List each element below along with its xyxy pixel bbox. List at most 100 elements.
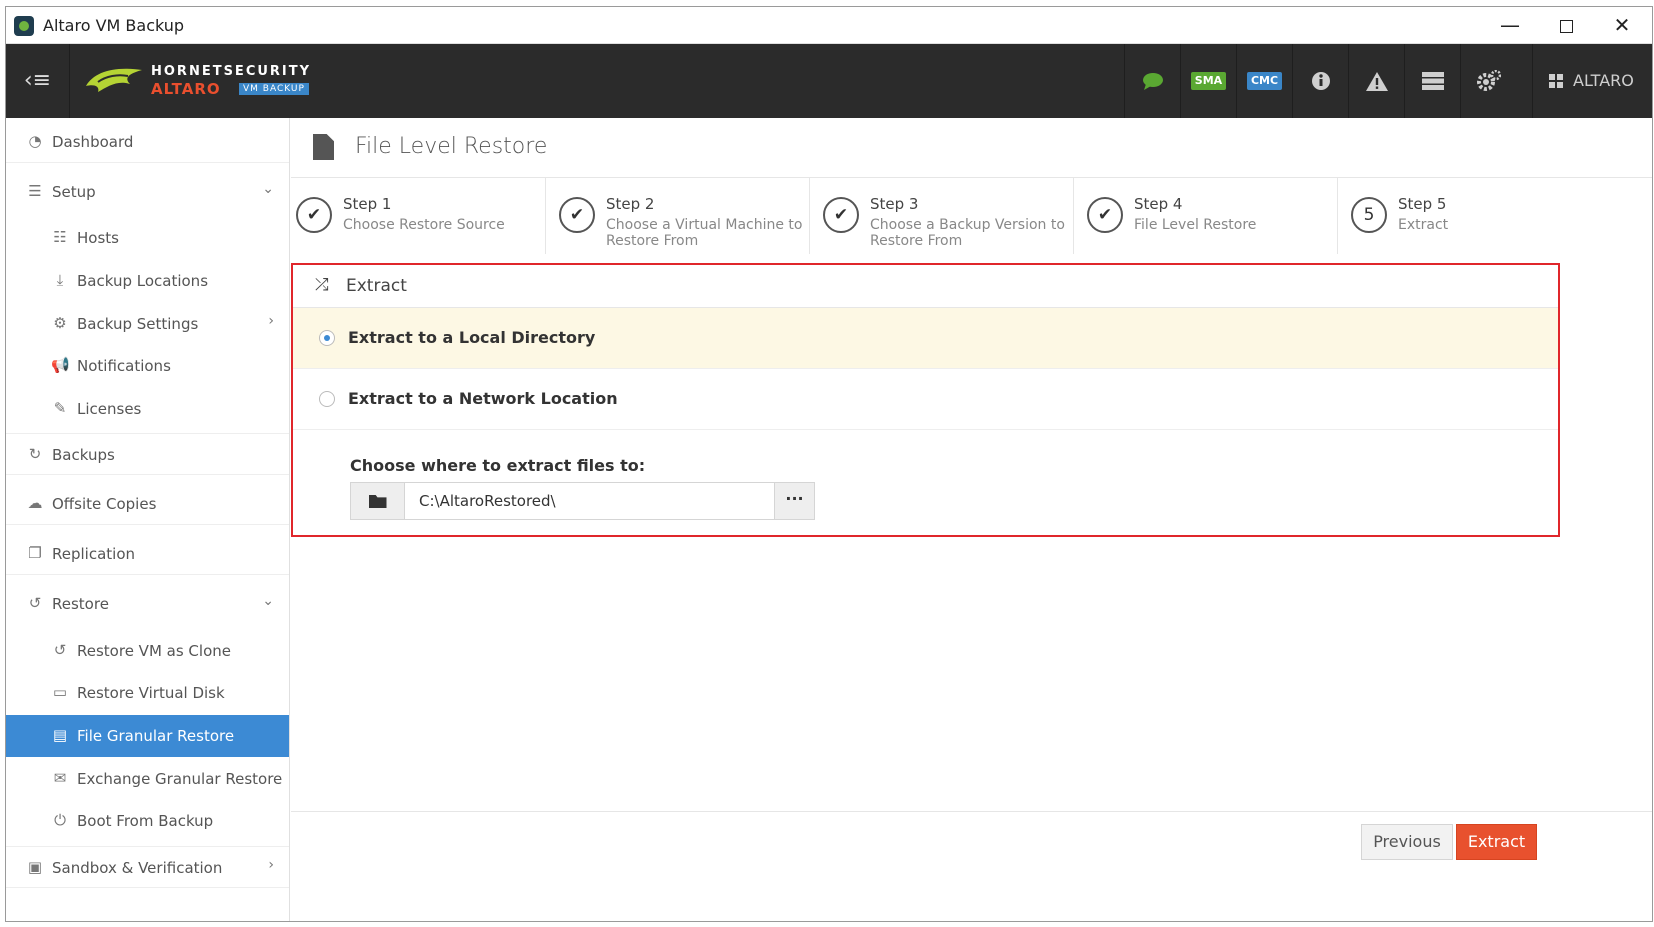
- extract-button[interactable]: Extract: [1456, 824, 1537, 860]
- folder-open-button[interactable]: [351, 483, 405, 519]
- sidebar-item-label: Offsite Copies: [52, 495, 157, 513]
- maximize-icon: [1559, 20, 1573, 33]
- step-description: Extract: [1398, 217, 1449, 233]
- minimize-button[interactable]: —: [1482, 7, 1538, 44]
- sidebar-item-licenses[interactable]: ✎ Licenses: [6, 388, 289, 430]
- radio-local-directory[interactable]: [319, 330, 335, 346]
- file-icon: [313, 134, 334, 160]
- option-local-directory[interactable]: Extract to a Local Directory: [293, 308, 1558, 369]
- edit-icon: ✎: [53, 399, 67, 417]
- wizard-step-5[interactable]: 5 Step 5 Extract: [1346, 178, 1566, 254]
- sidebar-item-label: Licenses: [77, 400, 142, 418]
- menu-toggle-button[interactable]: ‹≡: [6, 44, 70, 118]
- maximize-button[interactable]: [1538, 7, 1594, 44]
- sidebar-item-backup-settings[interactable]: ⚙ Backup Settings ›: [6, 303, 289, 345]
- sma-button[interactable]: SMA: [1180, 44, 1236, 118]
- app-header: ‹≡ HORNETSECURITY ALTARO VM BACKUP SMA C…: [6, 44, 1652, 118]
- cmc-button[interactable]: CMC: [1236, 44, 1292, 118]
- brand-product: ALTARO: [151, 80, 221, 98]
- sidebar-item-label: File Granular Restore: [77, 727, 235, 745]
- check-icon: ✔: [823, 197, 859, 233]
- sidebar-item-label: Notifications: [77, 357, 171, 375]
- cloud-upload-icon: ☁: [27, 494, 43, 512]
- gears-icon: ⚙: [53, 314, 67, 332]
- wizard-step-3[interactable]: ✔ Step 3 Choose a Backup Version to Rest…: [818, 178, 1074, 254]
- hdd-icon: ▭: [52, 683, 68, 701]
- sidebar-item-hosts[interactable]: ☷ Hosts: [6, 217, 289, 259]
- wizard-steps: ✔ Step 1 Choose Restore Source ✔ Step 2 …: [291, 178, 1566, 254]
- sidebar-item-label: Sandbox & Verification: [52, 859, 223, 877]
- chevron-right-icon: ›: [268, 857, 274, 873]
- user-menu[interactable]: ALTARO: [1532, 44, 1652, 118]
- undo-icon: ↺: [28, 594, 42, 612]
- sidebar-item-offsite-copies[interactable]: ☁ Offsite Copies: [6, 483, 289, 525]
- radio-network-location[interactable]: [319, 391, 335, 407]
- sidebar-item-label: Setup: [52, 183, 96, 201]
- extract-heading: Extract: [346, 276, 407, 296]
- wizard-step-4[interactable]: ✔ Step 4 File Level Restore: [1082, 178, 1338, 254]
- browse-button[interactable]: ···: [774, 483, 814, 519]
- file-icon: ▤: [52, 726, 68, 744]
- check-icon: ✔: [559, 197, 595, 233]
- sidebar-item-label: Backup Settings: [77, 315, 199, 333]
- refresh-icon: ↻: [28, 445, 42, 463]
- sidebar-item-dashboard[interactable]: ◔ Dashboard: [6, 121, 289, 163]
- wizard-footer: Previous Extract: [291, 811, 1652, 921]
- close-button[interactable]: ✕: [1594, 7, 1650, 44]
- shuffle-icon: ⤮: [315, 275, 329, 295]
- sidebar-item-backups[interactable]: ↻ Backups: [6, 433, 289, 475]
- list-icon: ☷: [53, 228, 67, 246]
- sidebar-item-restore[interactable]: ↺ Restore ⌄: [6, 583, 289, 625]
- info-button[interactable]: [1292, 44, 1348, 118]
- sidebar-item-label: Restore: [52, 595, 109, 613]
- step-description: Choose Restore Source: [343, 217, 505, 233]
- sidebar-item-restore-vm-as-clone[interactable]: ↺ Restore VM as Clone: [6, 630, 289, 672]
- info-icon: [1311, 72, 1330, 90]
- sidebar-item-restore-virtual-disk[interactable]: ▭ Restore Virtual Disk: [6, 672, 289, 714]
- brand-logo: HORNETSECURITY ALTARO VM BACKUP: [84, 58, 324, 104]
- gears-icon: [1476, 69, 1501, 91]
- sidebar-item-sandbox-verification[interactable]: ▣ Sandbox & Verification ›: [6, 846, 289, 888]
- extract-panel: ⤮ Extract Extract to a Local Directory E…: [291, 263, 1560, 537]
- sidebar-item-file-granular-restore[interactable]: ▤ File Granular Restore: [6, 715, 289, 757]
- sidebar: ◔ Dashboard ☰ Setup ⌄ ☷ Hosts ⤓ Backup L…: [6, 118, 290, 921]
- alerts-button[interactable]: [1348, 44, 1404, 118]
- path-label: Choose where to extract files to:: [350, 456, 646, 475]
- sidebar-item-backup-locations[interactable]: ⤓ Backup Locations: [6, 260, 289, 302]
- sidebar-item-label: Backups: [52, 446, 115, 464]
- option-label: Extract to a Local Directory: [348, 328, 596, 347]
- previous-button[interactable]: Previous: [1361, 824, 1453, 860]
- warning-icon: [1365, 71, 1388, 91]
- wizard-step-1[interactable]: ✔ Step 1 Choose Restore Source: [291, 178, 546, 254]
- step-title: Step 4: [1134, 195, 1183, 213]
- chevron-down-icon: ⌄: [262, 181, 274, 197]
- sidebar-item-exchange-granular-restore[interactable]: ✉ Exchange Granular Restore: [6, 758, 289, 800]
- sidebar-item-replication[interactable]: ❐ Replication: [6, 533, 289, 575]
- sidebar-item-notifications[interactable]: 📢 Notifications: [6, 345, 289, 387]
- extract-path-input[interactable]: [406, 483, 775, 519]
- download-icon: ⤓: [56, 271, 64, 289]
- sidebar-item-label: Backup Locations: [77, 272, 209, 290]
- chat-button[interactable]: [1124, 44, 1180, 118]
- sidebar-item-boot-from-backup[interactable]: ⏻ Boot From Backup: [6, 800, 289, 842]
- option-label: Extract to a Network Location: [348, 389, 618, 408]
- extract-panel-header: ⤮ Extract: [293, 265, 1558, 308]
- power-icon: ⏻: [54, 811, 66, 829]
- undo-icon: ↺: [53, 641, 67, 659]
- sidebar-item-setup[interactable]: ☰ Setup ⌄: [6, 171, 289, 213]
- sidebar-item-label: Restore VM as Clone: [77, 642, 231, 660]
- option-network-location[interactable]: Extract to a Network Location: [293, 369, 1558, 430]
- settings-button[interactable]: [1460, 44, 1516, 118]
- step-number: 5: [1351, 197, 1387, 233]
- servers-button[interactable]: [1404, 44, 1460, 118]
- page-header: File Level Restore: [291, 118, 1652, 178]
- chevron-down-icon: ⌄: [262, 593, 274, 609]
- cmc-badge: CMC: [1246, 72, 1283, 90]
- copy-icon: ❐: [28, 544, 42, 562]
- wizard-step-2[interactable]: ✔ Step 2 Choose a Virtual Machine to Res…: [554, 178, 810, 254]
- folder-open-icon: [368, 495, 387, 508]
- app-logo-icon: [14, 16, 34, 36]
- app-window: Altaro VM Backup — ✕ ‹≡ HORNETSECURITY A…: [5, 6, 1653, 922]
- main-content: File Level Restore ✔ Step 1 Choose Resto…: [291, 118, 1652, 921]
- step-title: Step 2: [606, 195, 655, 213]
